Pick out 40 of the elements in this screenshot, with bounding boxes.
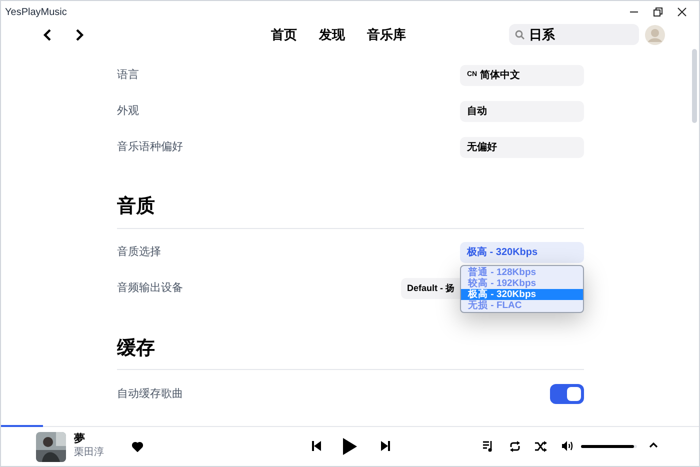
- nav-link[interactable]: 音乐库: [367, 25, 406, 44]
- caret-up-icon[interactable]: [649, 442, 658, 448]
- select-value: 极高 - 320Kbps: [467, 245, 538, 260]
- back-icon[interactable]: [43, 29, 53, 41]
- play-icon[interactable]: [343, 438, 357, 455]
- setting-label: 语言: [117, 68, 139, 83]
- search-field[interactable]: 日系: [509, 24, 639, 45]
- artist-name[interactable]: 栗田淳: [74, 447, 104, 460]
- repeat-icon[interactable]: [509, 441, 521, 452]
- toggle-switch[interactable]: [550, 384, 584, 404]
- setting-label: 音质选择: [117, 244, 161, 260]
- section-heading: 音质: [117, 196, 155, 217]
- nav-link[interactable]: 首页: [271, 25, 297, 44]
- setting-label: 自动缓存歌曲: [117, 386, 183, 402]
- nav-link[interactable]: 发现: [319, 25, 345, 44]
- setting-label: 音频输出设备: [117, 280, 183, 296]
- dropdown-option[interactable]: 极高 - 320Kbps: [461, 289, 583, 300]
- select-value: 无偏好: [467, 140, 497, 154]
- select-value: Default - 扬: [407, 282, 455, 295]
- next-icon[interactable]: [381, 441, 390, 451]
- previous-icon[interactable]: [312, 441, 321, 451]
- song-title[interactable]: 夢: [74, 433, 104, 448]
- select-value: 自动: [467, 104, 487, 118]
- window-title: YesPlayMusic: [5, 6, 67, 20]
- select-field[interactable]: 自动: [460, 100, 584, 122]
- restore-icon[interactable]: [653, 7, 663, 17]
- volume-icon[interactable]: [562, 441, 573, 451]
- close-icon[interactable]: [677, 7, 687, 17]
- select-field[interactable]: 极高 - 320Kbps: [460, 242, 584, 263]
- playlist-icon[interactable]: [483, 441, 494, 452]
- setting-label: 外观: [117, 104, 139, 119]
- section-heading: 缓存: [117, 338, 155, 358]
- search-icon: [515, 30, 525, 40]
- select-field[interactable]: 无偏好: [460, 136, 584, 158]
- scrollbar[interactable]: [692, 49, 697, 123]
- forward-icon[interactable]: [74, 29, 84, 41]
- shuffle-icon[interactable]: [535, 441, 547, 452]
- setting-label: 音乐语种偏好: [117, 140, 183, 155]
- heart-icon[interactable]: [132, 442, 143, 452]
- select-value: 简体中文: [480, 68, 520, 82]
